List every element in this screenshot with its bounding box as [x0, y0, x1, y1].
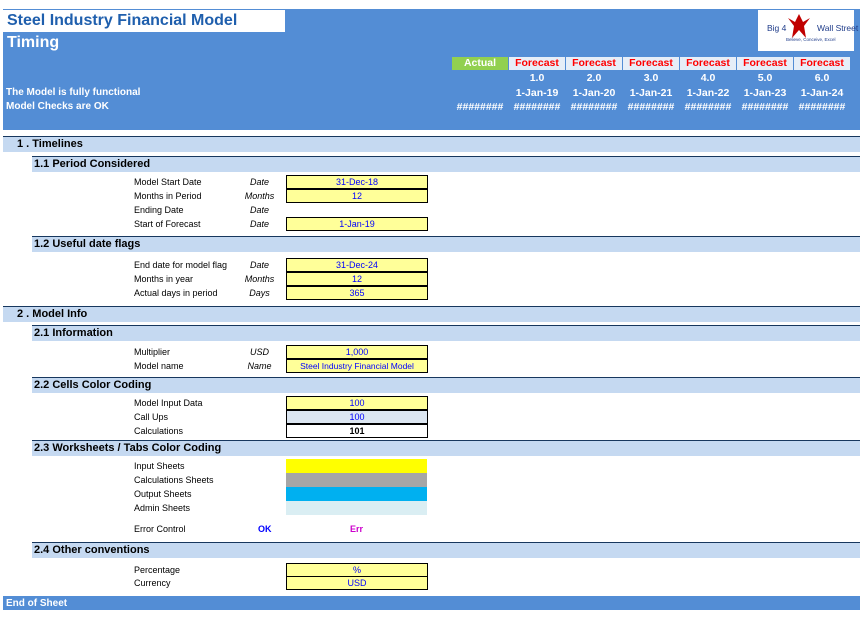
subsection-information: 2.1 Information [32, 325, 860, 341]
row-label: Calculations [134, 426, 184, 436]
model-name-input[interactable]: Steel Industry Financial Model [286, 359, 428, 373]
actual-days-input[interactable]: 365 [286, 286, 428, 300]
row-label: Actual days in period [134, 288, 218, 298]
row-label: Calculations Sheets [134, 475, 214, 485]
row-unit: Date [249, 260, 269, 270]
calc-sheets-swatch [286, 473, 427, 487]
input-data-sample[interactable]: 100 [286, 396, 428, 410]
row-unit: USD [249, 347, 269, 357]
row-label: Percentage [134, 565, 181, 575]
period-date: 1-Jan-21 [629, 87, 673, 99]
row-label: Call Ups [134, 412, 169, 422]
row-label: Model Input Data [134, 398, 203, 408]
row-label: End date for model flag [134, 260, 228, 270]
model-start-date-input[interactable]: 31-Dec-18 [286, 175, 428, 189]
subsection-title: 2.2 Cells Color Coding [34, 379, 152, 391]
period-number: 1.0 [529, 72, 545, 84]
row-unit: Date [249, 177, 269, 187]
hash-cell: ######## [741, 101, 789, 113]
start-of-forecast-input[interactable]: 1-Jan-19 [286, 217, 428, 231]
period-number: 2.0 [586, 72, 602, 84]
eagle-icon [788, 14, 810, 38]
row-label: Model name [134, 361, 184, 371]
column-head-forecast: Forecast [566, 57, 622, 70]
footer-label: End of Sheet [6, 598, 68, 609]
column-head-forecast: Forecast [794, 57, 850, 70]
multiplier-input[interactable]: 1,000 [286, 345, 428, 359]
column-head-forecast: Forecast [680, 57, 736, 70]
column-head-forecast: Forecast [623, 57, 679, 70]
row-label: Months in Period [134, 191, 202, 201]
status-functional: The Model is fully functional [6, 87, 141, 98]
period-number: 5.0 [757, 72, 773, 84]
row-unit: Months [244, 191, 275, 201]
percentage-input[interactable]: % [286, 563, 428, 577]
output-sheets-swatch [286, 487, 427, 501]
period-number: 3.0 [643, 72, 659, 84]
err-flag: Err [350, 524, 364, 534]
section-title: 1 . Timelines [17, 138, 83, 150]
row-label: Start of Forecast [134, 219, 201, 229]
period-date: 1-Jan-20 [572, 87, 616, 99]
period-date: 1-Jan-22 [686, 87, 730, 99]
subsection-title: 2.3 Worksheets / Tabs Color Coding [34, 442, 222, 454]
column-head-forecast: Forecast [737, 57, 793, 70]
calculations-sample[interactable]: 101 [286, 424, 428, 438]
subsection-title: 1.2 Useful date flags [34, 238, 141, 250]
period-date: 1-Jan-19 [515, 87, 559, 99]
status-checks: Model Checks are OK [6, 101, 109, 112]
row-unit: Days [249, 288, 270, 298]
section-timelines: 1 . Timelines [3, 136, 860, 152]
subsection-title: 1.1 Period Considered [34, 158, 151, 170]
row-label: Output Sheets [134, 489, 192, 499]
row-label: Currency [134, 578, 171, 588]
row-unit: Date [249, 205, 269, 215]
currency-input[interactable]: USD [286, 576, 428, 590]
logo-text-wallstreet: Wall Street [817, 23, 859, 33]
row-label: Ending Date [134, 205, 184, 215]
subsection-tabs-color: 2.3 Worksheets / Tabs Color Coding [32, 440, 860, 456]
subsection-date-flags: 1.2 Useful date flags [32, 236, 860, 252]
hash-cell: ######## [798, 101, 846, 113]
column-head-forecast: Forecast [509, 57, 565, 70]
logo-text-big4: Big 4 [767, 23, 787, 33]
hash-cell: ######## [570, 101, 618, 113]
period-date: 1-Jan-23 [743, 87, 787, 99]
hash-cell: ######## [456, 101, 504, 113]
row-unit: Date [249, 219, 269, 229]
period-number: 4.0 [700, 72, 716, 84]
logo-tagline: Believe, Conceive, Excel [786, 37, 836, 42]
input-sheets-swatch [286, 459, 427, 473]
column-head-actual: Actual [452, 57, 508, 70]
page-subtitle: Timing [7, 34, 60, 51]
page-title: Steel Industry Financial Model [7, 12, 238, 29]
row-label: Error Control [134, 524, 186, 534]
subsection-conventions: 2.4 Other conventions [32, 542, 860, 558]
subsection-title: 2.4 Other conventions [34, 544, 150, 556]
call-ups-sample[interactable]: 100 [286, 410, 428, 424]
row-label: Input Sheets [134, 461, 185, 471]
section-title: 2 . Model Info [17, 308, 88, 320]
row-label: Admin Sheets [134, 503, 191, 513]
row-label: Multiplier [134, 347, 171, 357]
period-date: 1-Jan-24 [800, 87, 844, 99]
admin-sheets-swatch [286, 501, 427, 515]
period-number: 6.0 [814, 72, 830, 84]
section-model-info: 2 . Model Info [3, 306, 860, 322]
hash-cell: ######## [513, 101, 561, 113]
hash-cell: ######## [627, 101, 675, 113]
row-unit: Months [244, 274, 275, 284]
row-unit: Name [247, 361, 272, 371]
months-in-period-input[interactable]: 12 [286, 189, 428, 203]
subsection-period-considered: 1.1 Period Considered [32, 156, 860, 172]
end-date-flag-input[interactable]: 31-Dec-24 [286, 258, 428, 272]
subsection-title: 2.1 Information [34, 327, 113, 339]
months-in-year-input[interactable]: 12 [286, 272, 428, 286]
ok-flag: OK [258, 524, 272, 534]
hash-cell: ######## [684, 101, 732, 113]
row-label: Model Start Date [134, 177, 202, 187]
end-of-sheet-bar: End of Sheet [3, 596, 860, 610]
subsection-cells-color: 2.2 Cells Color Coding [32, 377, 860, 393]
row-label: Months in year [134, 274, 194, 284]
